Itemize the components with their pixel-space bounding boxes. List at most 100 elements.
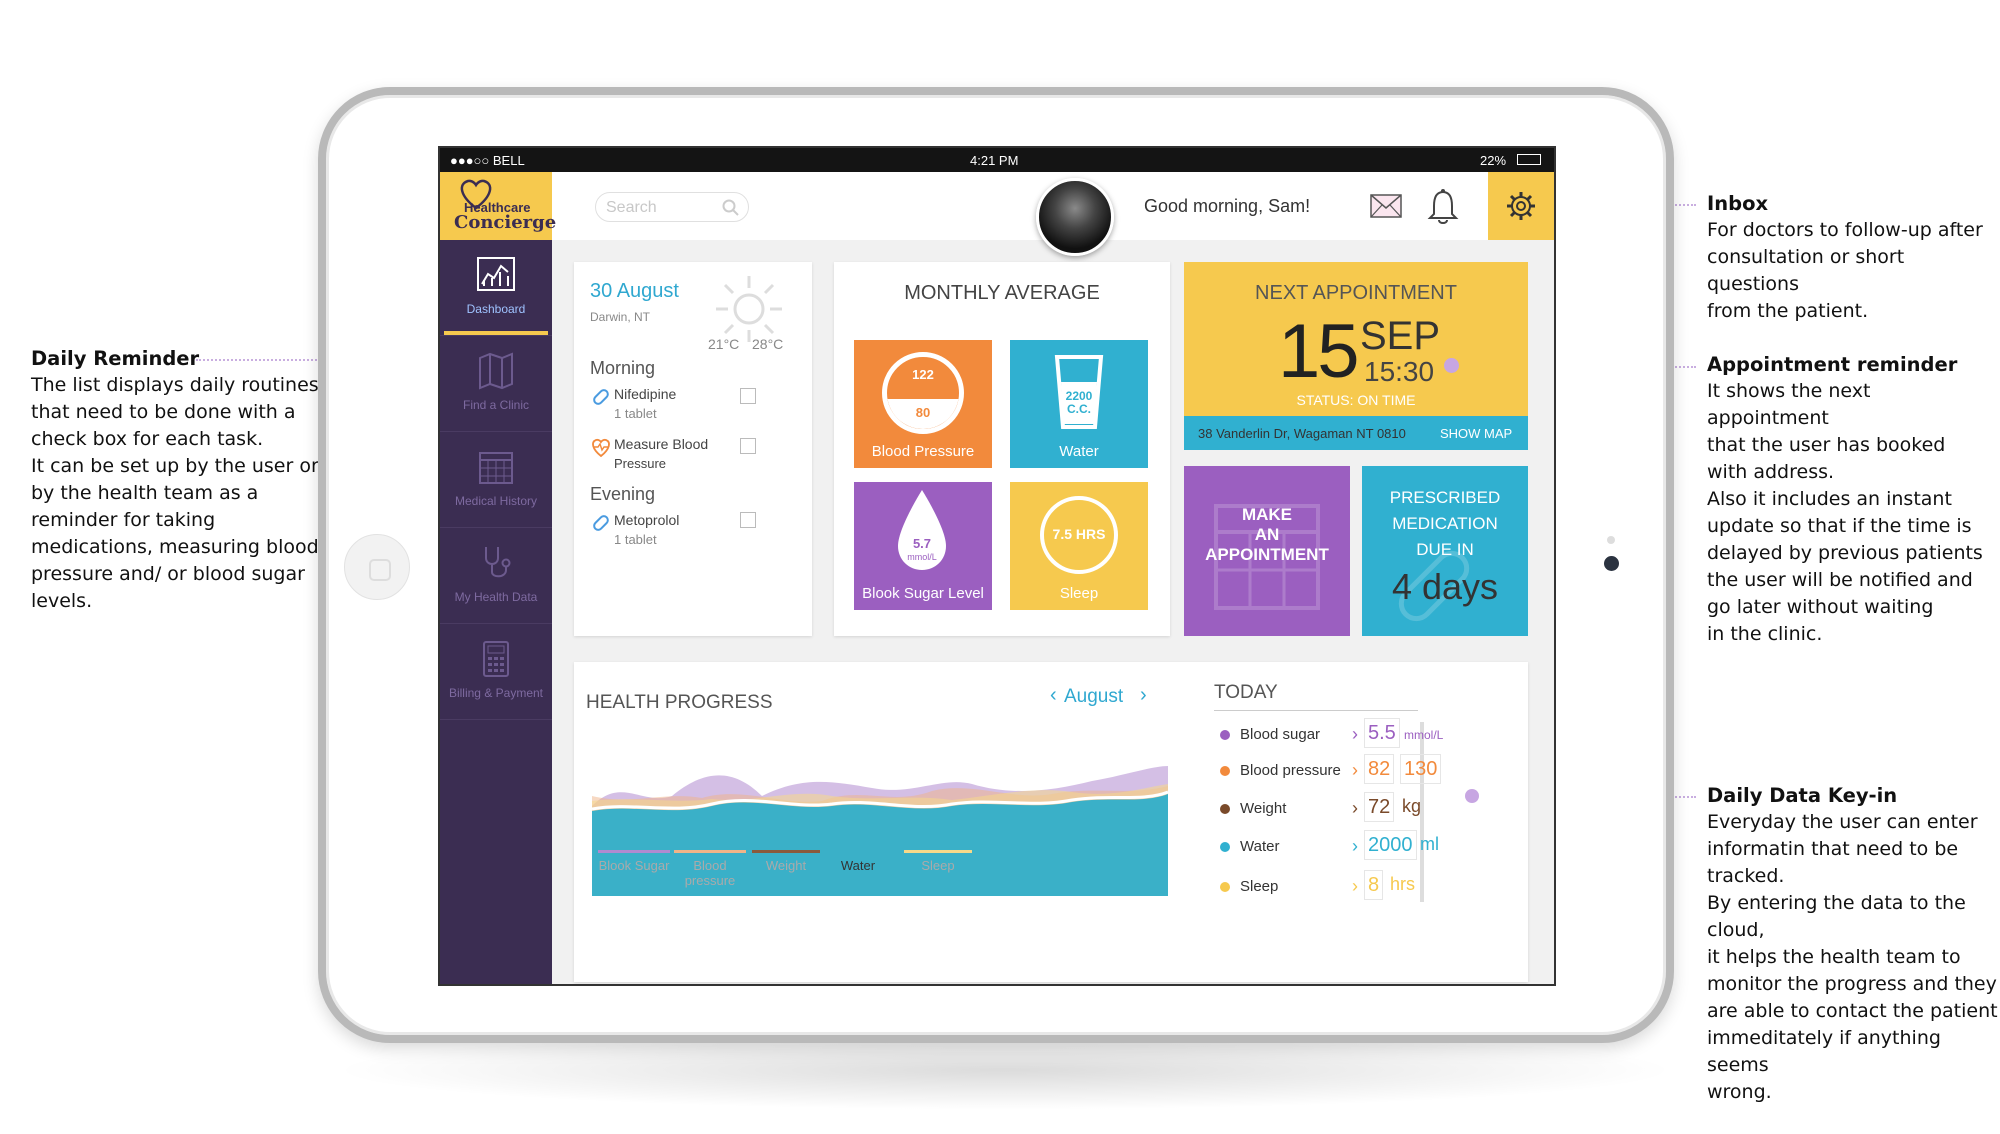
row-label: Water bbox=[1240, 838, 1280, 855]
sidebar: Dashboard Find a Clinic Medical History … bbox=[440, 240, 552, 984]
prescribed-line3: DUE IN bbox=[1416, 540, 1474, 559]
next-appointment-card[interactable]: NEXT APPOINTMENT 15 SEP 15:30 STATUS: ON… bbox=[1184, 262, 1528, 450]
camera bbox=[1604, 556, 1619, 571]
prescribed-line2: MEDICATION bbox=[1392, 514, 1498, 533]
reminder-date: 30 August bbox=[590, 280, 679, 302]
unit-label: hrs bbox=[1390, 874, 1416, 894]
chevron-right-icon[interactable]: › bbox=[1352, 798, 1358, 819]
stethoscope-icon bbox=[485, 547, 511, 578]
water-input[interactable]: 2000 bbox=[1364, 830, 1417, 860]
bullet bbox=[1220, 730, 1230, 740]
active-indicator bbox=[444, 331, 548, 335]
appointment-status: STATUS: ON TIME bbox=[1296, 392, 1416, 408]
legend-item[interactable]: Sleep bbox=[904, 858, 972, 873]
appointment-day: 15 bbox=[1278, 309, 1360, 394]
task-checkbox[interactable] bbox=[740, 438, 756, 454]
bullet bbox=[1220, 766, 1230, 776]
today-row-blood-sugar: Blood sugar › 5.5 mmol/L bbox=[1214, 718, 1474, 752]
calendar-icon bbox=[479, 452, 513, 484]
legend-swatch bbox=[824, 850, 892, 853]
legend-item[interactable]: Weight bbox=[752, 858, 820, 873]
legend-item[interactable]: Blook Sugar bbox=[598, 858, 670, 873]
annotation-daily-key-in: Daily Data Key-in Everyday the user can … bbox=[1707, 782, 2000, 1106]
appointment-month: SEP bbox=[1360, 314, 1441, 358]
monthly-average-card: MONTHLY AVERAGE 122 80 Blood Pressure 22… bbox=[834, 262, 1170, 636]
chevron-right-icon[interactable]: › bbox=[1352, 876, 1358, 897]
annotation-daily-reminder: Daily Reminder The list displays daily r… bbox=[31, 345, 331, 615]
task-name: Metoprolol bbox=[614, 512, 680, 528]
sidebar-item-health-data[interactable]: My Health Data bbox=[440, 528, 552, 624]
sun-icon bbox=[716, 276, 782, 342]
bp-top: 122 bbox=[912, 367, 934, 382]
sugar-value: 5.7 bbox=[912, 536, 932, 551]
heartbeat-icon bbox=[592, 438, 610, 458]
app-logo[interactable]: Healthcare Concierge bbox=[440, 172, 556, 240]
legend-item[interactable]: Blood pressure bbox=[674, 858, 746, 888]
prescribed-medication-card[interactable]: PRESCRIBED MEDICATION DUE IN 4 days bbox=[1362, 466, 1528, 636]
sleep-input[interactable]: 8 bbox=[1364, 870, 1384, 900]
blood-sugar-input[interactable]: 5.5 bbox=[1364, 718, 1400, 748]
tile-label: Blook Sugar Level bbox=[862, 585, 984, 602]
evening-label: Evening bbox=[590, 484, 656, 504]
annotation-body: It shows the next appointment that the u… bbox=[1707, 380, 1983, 645]
annotation-body: The list displays daily routines that ne… bbox=[31, 374, 319, 612]
annotation-body: Everyday the user can enter informatin t… bbox=[1707, 811, 1998, 1103]
logo-line2: Concierge bbox=[454, 212, 557, 233]
search-input[interactable]: Search bbox=[595, 192, 749, 222]
search-icon bbox=[722, 199, 739, 216]
calculator-icon bbox=[483, 641, 509, 677]
month-prev-icon[interactable]: ‹ bbox=[1050, 684, 1057, 707]
avatar[interactable] bbox=[1036, 178, 1114, 256]
home-button[interactable] bbox=[344, 534, 410, 600]
pill-icon bbox=[593, 515, 609, 531]
chevron-right-icon[interactable]: › bbox=[1352, 836, 1358, 857]
row-label: Blood pressure bbox=[1240, 762, 1341, 779]
morning-label: Morning bbox=[590, 358, 656, 378]
map-icon bbox=[479, 352, 513, 390]
tile-label: Water bbox=[1059, 443, 1099, 460]
chevron-right-icon[interactable]: › bbox=[1352, 724, 1358, 745]
daily-reminder-card: 30 August Darwin, NT 21°C 28°C Morning N… bbox=[574, 262, 812, 636]
task-name: Measure Blood bbox=[614, 436, 709, 452]
today-title: TODAY bbox=[1214, 682, 1278, 703]
bp-bottom: 80 bbox=[915, 405, 931, 420]
tile-label: Sleep bbox=[1059, 585, 1099, 602]
annotation-marker bbox=[1465, 789, 1479, 803]
sleep-value: 7.5 HRS bbox=[1052, 526, 1106, 542]
sidebar-item-medical-history[interactable]: Medical History bbox=[440, 432, 552, 528]
make-appointment-button[interactable]: MAKE AN APPOINTMENT bbox=[1184, 466, 1350, 636]
carrier: ●●●○○ BELL bbox=[450, 153, 525, 168]
task-detail: 1 tablet bbox=[614, 532, 657, 547]
today-row-blood-pressure: Blood pressure › 82 130 bbox=[1214, 754, 1474, 788]
month-next-icon[interactable]: › bbox=[1140, 684, 1147, 707]
blood-sugar-tile[interactable]: 5.7 mmol/L Blook Sugar Level bbox=[854, 482, 992, 610]
sidebar-item-billing[interactable]: Billing & Payment bbox=[440, 624, 552, 720]
blood-pressure-tile[interactable]: 122 80 Blood Pressure bbox=[854, 340, 992, 468]
sidebar-item-find-clinic[interactable]: Find a Clinic bbox=[440, 336, 552, 432]
battery-icon bbox=[1517, 154, 1541, 165]
sleep-tile[interactable]: 7.5 HRS Sleep bbox=[1010, 482, 1148, 610]
show-map-link[interactable]: SHOW MAP bbox=[1440, 426, 1512, 441]
today-list: Blood sugar › 5.5 mmol/L Blood pressure … bbox=[1214, 718, 1443, 942]
unit-label: ml bbox=[1420, 834, 1439, 854]
diastolic-input[interactable]: 82 bbox=[1364, 754, 1395, 784]
inbox-icon[interactable] bbox=[1370, 194, 1402, 218]
gear-icon bbox=[1507, 192, 1535, 220]
task-checkbox[interactable] bbox=[740, 388, 756, 404]
legend-item[interactable]: Water bbox=[824, 858, 892, 873]
bell-icon[interactable] bbox=[1426, 188, 1460, 226]
chevron-right-icon[interactable]: › bbox=[1352, 760, 1358, 781]
water-tile[interactable]: 2200 C.C. Water bbox=[1010, 340, 1148, 468]
pill-icon bbox=[593, 389, 609, 405]
prescribed-line1: PRESCRIBED bbox=[1389, 488, 1501, 507]
row-label: Sleep bbox=[1240, 878, 1279, 895]
settings-button[interactable] bbox=[1488, 172, 1554, 240]
clock: 4:21 PM bbox=[970, 153, 1019, 168]
systolic-input[interactable]: 130 bbox=[1400, 754, 1442, 784]
weight-input[interactable]: 72 bbox=[1364, 792, 1395, 822]
progress-month: August bbox=[1064, 686, 1124, 707]
sidebar-item-dashboard[interactable]: Dashboard bbox=[440, 240, 552, 336]
task-checkbox[interactable] bbox=[740, 512, 756, 528]
make-line3: APPOINTMENT bbox=[1205, 545, 1329, 564]
annotation-title: Appointment reminder bbox=[1707, 353, 1958, 376]
